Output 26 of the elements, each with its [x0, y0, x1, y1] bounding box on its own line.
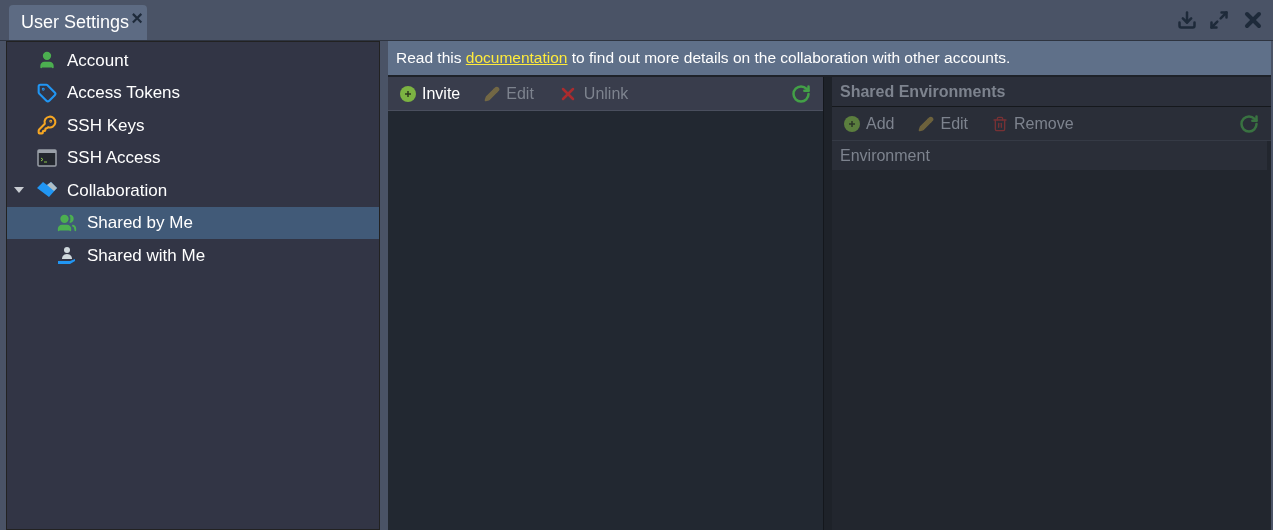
documentation-link[interactable]: documentation [465, 49, 568, 66]
pencil-icon [918, 115, 935, 132]
toolbar-button[interactable]: Invite [400, 81, 461, 106]
tree-item[interactable]: SSH Access [7, 141, 379, 174]
download-icon[interactable] [1177, 10, 1197, 30]
tree-item[interactable]: Account [7, 44, 379, 77]
tree-item[interactable]: Access Tokens [7, 76, 379, 109]
expand-icon[interactable] [1209, 10, 1229, 30]
panel-title: Shared Environments [832, 77, 1271, 107]
plus-icon [844, 115, 860, 132]
terminal-icon [37, 148, 57, 167]
trash-icon [992, 115, 1009, 132]
tree-item[interactable]: Shared by Me [7, 206, 379, 239]
key-icon [37, 115, 57, 136]
person-icon [37, 50, 57, 71]
pencil-icon [484, 85, 501, 102]
tree-item[interactable]: SSH Keys [7, 109, 379, 142]
info-banner: Read this documentation to find out more details on the collaboration with other accounts. [388, 41, 1271, 75]
tree-item[interactable]: Shared with Me [7, 239, 379, 272]
people-icon [57, 212, 77, 233]
tree-item[interactable]: Collaboration [7, 174, 379, 207]
tag-icon [37, 82, 57, 103]
refresh-icon[interactable] [791, 83, 811, 104]
plus-icon [400, 85, 416, 102]
caret-icon[interactable] [14, 186, 24, 195]
hand-person-icon [57, 245, 77, 266]
